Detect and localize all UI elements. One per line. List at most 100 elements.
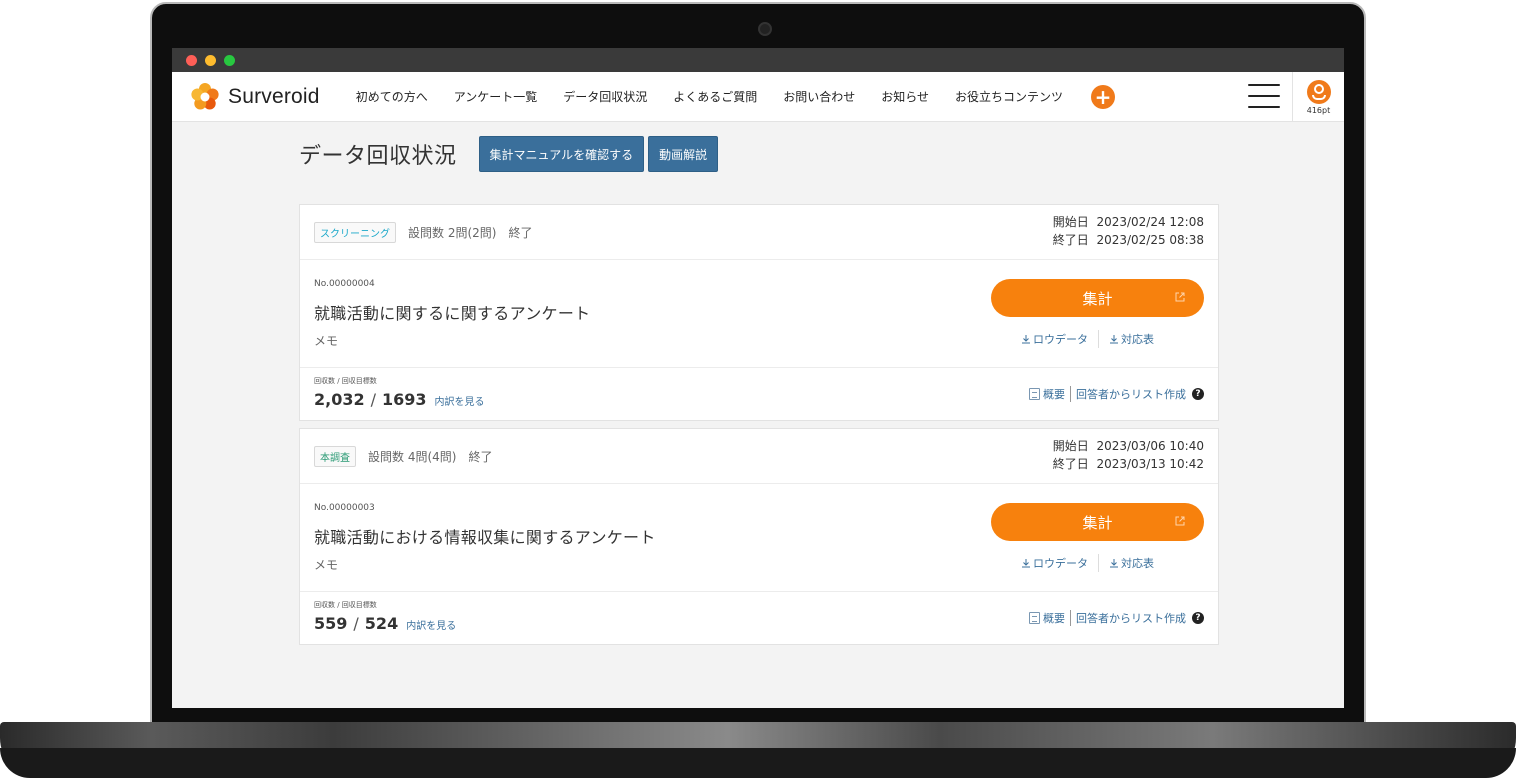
document-icon — [1029, 388, 1040, 400]
survey-memo[interactable]: メモ — [314, 556, 338, 573]
webcam-icon — [758, 22, 772, 36]
nav-item-contact[interactable]: お問い合わせ — [783, 88, 855, 105]
start-date-label: 開始日 — [1052, 439, 1089, 453]
breakdown-link[interactable]: 内訳を見る — [406, 617, 456, 632]
surveroid-logo-icon — [191, 82, 219, 109]
download-links: ロウデータ 対応表 — [1021, 554, 1154, 572]
survey-card: 本調査 設問数 4問(4問) 終了 開始日 2023/03/06 10:40 終… — [299, 428, 1219, 645]
card-actions: 概要 回答者からリスト作成 ? — [1029, 386, 1204, 402]
summary-label: 概要 — [1043, 388, 1065, 401]
target-count: 1693 — [382, 390, 427, 409]
user-points: 416pt — [1306, 105, 1331, 115]
end-date-label: 終了日 — [1052, 457, 1089, 471]
download-icon — [1110, 559, 1118, 568]
question-count: 設問数 4問(4問) — [368, 449, 457, 464]
collected-count: 559 — [314, 614, 348, 633]
nav-item-faq[interactable]: よくあるご質問 — [673, 88, 757, 105]
card-actions: 概要 回答者からリスト作成 ? — [1029, 610, 1204, 626]
breakdown-link[interactable]: 内訳を見る — [435, 393, 485, 408]
download-icon — [1022, 559, 1030, 568]
count-separator: / — [370, 390, 376, 409]
aggregate-button-label: 集計 — [1082, 289, 1113, 308]
logo-text: Surveroid — [228, 84, 320, 108]
aggregate-button[interactable]: 集計 — [991, 503, 1204, 541]
raw-data-label: ロウデータ — [1033, 333, 1088, 346]
create-list-link[interactable]: 回答者からリスト作成 — [1076, 386, 1186, 402]
main-nav: 初めての方へ アンケート一覧 データ回収状況 よくあるご質問 お問い合わせ お知… — [356, 84, 1116, 109]
download-icon — [1022, 335, 1030, 344]
help-icon[interactable]: ? — [1192, 612, 1204, 624]
nav-item-survey-list[interactable]: アンケート一覧 — [454, 88, 538, 105]
close-window-button[interactable] — [186, 54, 197, 66]
survey-title[interactable]: 就職活動に関するに関するアンケート — [314, 300, 590, 324]
external-link-icon — [1175, 292, 1185, 302]
divider — [1070, 610, 1071, 626]
mapping-table-link[interactable]: 対応表 — [1109, 555, 1154, 571]
survey-card-header: スクリーニング 設問数 2問(2問) 終了 開始日 2023/02/24 12:… — [300, 205, 1218, 260]
summary-label: 概要 — [1043, 612, 1065, 625]
main-content: データ回収状況 集計マニュアルを確認する 動画解説 スクリーニング 設問数 2問… — [299, 134, 1219, 645]
external-link-icon — [1175, 516, 1185, 526]
minimize-window-button[interactable] — [205, 54, 216, 66]
count-label: 回収数 / 回収目標数 — [314, 377, 377, 385]
collection-count: 2,032 / 1693 内訳を見る — [314, 390, 485, 409]
divider — [1098, 330, 1099, 348]
survey-number: No.00000004 — [314, 279, 375, 289]
video-button[interactable]: 動画解説 — [648, 136, 719, 172]
help-icon[interactable]: ? — [1192, 388, 1204, 400]
survey-card-body: No.00000004 就職活動に関するに関するアンケート メモ 集計 ロウデー… — [300, 260, 1218, 368]
summary-link[interactable]: 概要 — [1029, 386, 1065, 402]
user-menu[interactable]: 416pt — [1292, 72, 1344, 122]
start-date-label: 開始日 — [1052, 215, 1089, 229]
laptop-base-lower — [0, 748, 1516, 778]
browser-titlebar — [172, 48, 1344, 72]
download-links: ロウデータ 対応表 — [1021, 330, 1154, 348]
user-avatar-icon — [1306, 79, 1331, 104]
raw-data-link[interactable]: ロウデータ — [1021, 331, 1088, 347]
count-separator: / — [353, 614, 359, 633]
question-count: 設問数 2問(2問) — [408, 225, 497, 240]
download-icon — [1110, 335, 1118, 344]
mapping-table-link[interactable]: 対応表 — [1109, 331, 1154, 347]
maximize-window-button[interactable] — [224, 54, 235, 66]
collected-count: 2,032 — [314, 390, 365, 409]
divider — [1070, 386, 1071, 402]
create-list-link[interactable]: 回答者からリスト作成 — [1076, 610, 1186, 626]
end-date-label: 終了日 — [1052, 233, 1089, 247]
collection-count: 559 / 524 内訳を見る — [314, 614, 456, 633]
divider — [1098, 554, 1099, 572]
survey-type-tag: 本調査 — [314, 445, 356, 467]
end-date: 2023/03/13 10:42 — [1096, 457, 1204, 471]
nav-item-data-collection[interactable]: データ回収状況 — [563, 88, 647, 105]
nav-item-useful-content[interactable]: お役立ちコンテンツ — [955, 88, 1063, 105]
aggregate-button[interactable]: 集計 — [991, 279, 1204, 317]
manual-button[interactable]: 集計マニュアルを確認する — [478, 136, 645, 172]
nav-item-first-time[interactable]: 初めての方へ — [356, 88, 428, 105]
summary-link[interactable]: 概要 — [1029, 610, 1065, 626]
count-label: 回収数 / 回収目標数 — [314, 601, 377, 609]
survey-card-body: No.00000003 就職活動における情報収集に関するアンケート メモ 集計 … — [300, 484, 1218, 592]
survey-card-footer: 回収数 / 回収目標数 2,032 / 1693 内訳を見る 概要 回答者からリ… — [300, 368, 1218, 420]
survey-title[interactable]: 就職活動における情報収集に関するアンケート — [314, 524, 656, 548]
document-icon — [1029, 612, 1040, 624]
nav-item-news[interactable]: お知らせ — [881, 88, 929, 105]
page-title: データ回収状況 — [299, 144, 457, 169]
raw-data-link[interactable]: ロウデータ — [1021, 555, 1088, 571]
logo[interactable]: Surveroid — [190, 82, 320, 112]
survey-status: 終了 — [468, 449, 493, 464]
survey-number: No.00000003 — [314, 503, 375, 513]
survey-card: スクリーニング 設問数 2問(2問) 終了 開始日 2023/02/24 12:… — [299, 204, 1219, 421]
screen: Surveroid 初めての方へ アンケート一覧 データ回収状況 よくあるご質問… — [172, 48, 1344, 708]
plus-icon[interactable]: + — [1091, 84, 1116, 109]
site-header: Surveroid 初めての方へ アンケート一覧 データ回収状況 よくあるご質問… — [172, 72, 1344, 122]
survey-card-header: 本調査 設問数 4問(4問) 終了 開始日 2023/03/06 10:40 終… — [300, 429, 1218, 484]
mapping-table-label: 対応表 — [1121, 333, 1154, 346]
title-row: データ回収状況 集計マニュアルを確認する 動画解説 — [299, 134, 1219, 174]
hamburger-menu-icon[interactable] — [1248, 84, 1280, 108]
start-date: 2023/03/06 10:40 — [1096, 439, 1204, 453]
survey-card-footer: 回収数 / 回収目標数 559 / 524 内訳を見る 概要 回答者からリスト作… — [300, 592, 1218, 644]
survey-type-tag: スクリーニング — [314, 221, 396, 243]
survey-dates: 開始日 2023/02/24 12:08 終了日 2023/02/25 08:3… — [1053, 213, 1204, 249]
survey-status: 終了 — [508, 225, 533, 240]
survey-memo[interactable]: メモ — [314, 332, 338, 349]
